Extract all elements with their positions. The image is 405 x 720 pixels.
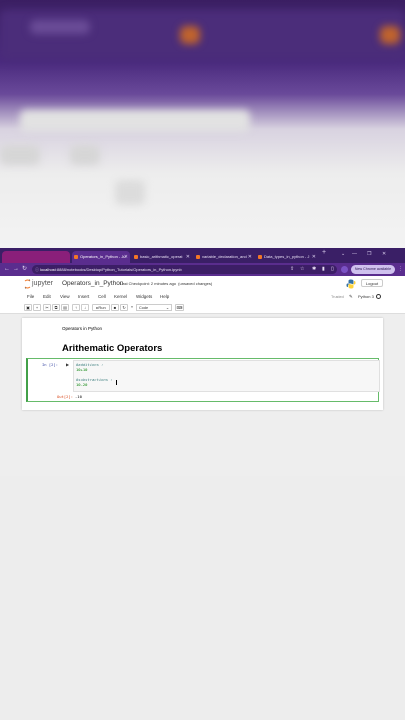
notebook-page: Operators in Python Arithematic Operator… [22, 318, 383, 410]
kernel-indicator: Python 3 [358, 294, 374, 299]
code-cell[interactable]: In [2]: ▶ #additions : 10+10 #substracti… [26, 358, 380, 402]
menu-widgets[interactable]: Widgets [136, 293, 152, 301]
copy-icon[interactable]: ⧉ [52, 304, 60, 311]
markdown-heading[interactable]: Arithematic Operators [62, 343, 162, 354]
tab-label: variable_declaration_and [202, 254, 247, 259]
browser-window: Operators_in_Python - Ju ✕ basic_arithma… [0, 248, 405, 476]
command-palette-icon[interactable]: ⌨ [175, 304, 184, 311]
close-icon[interactable]: ✕ [248, 251, 252, 263]
restart-icon[interactable]: ↻ [120, 304, 128, 311]
paste-icon[interactable]: ▤ [61, 304, 69, 311]
extensions-icon[interactable]: ✱ [312, 266, 316, 273]
code-editor[interactable]: #additions : 10+10 #substractions : 10-2… [73, 360, 380, 392]
markdown-cell-text[interactable]: Operators in Python [62, 326, 102, 331]
tab-blurred[interactable] [2, 251, 70, 263]
forward-icon[interactable]: → [13, 266, 19, 273]
blurred-background-bottom [0, 476, 405, 720]
new-tab-button[interactable]: + [322, 249, 326, 256]
tab-search-icon[interactable]: ⌄ [341, 251, 345, 257]
restart-run-all-icon[interactable]: » [129, 304, 135, 311]
close-window-icon[interactable]: ✕ [382, 251, 386, 257]
tab-basic-arithmatic[interactable]: basic_arithmatic_operat ✕ [132, 251, 192, 263]
notebook-area: Operators in Python Arithematic Operator… [0, 314, 405, 476]
tab-operators[interactable]: Operators_in_Python - Ju ✕ [72, 251, 130, 263]
move-up-icon[interactable]: ↑ [72, 304, 80, 311]
tab-variable-declaration[interactable]: variable_declaration_and ✕ [194, 251, 254, 263]
tab-strip: Operators_in_Python - Ju ✕ basic_arithma… [0, 248, 405, 263]
close-icon[interactable]: ✕ [186, 251, 190, 263]
save-icon[interactable]: ▣ [24, 304, 32, 311]
url-host: localhost [40, 267, 56, 272]
tab-label: basic_arithmatic_operat [140, 254, 183, 259]
run-cell-icon[interactable]: ▶ [66, 362, 69, 367]
jupyter-logo-icon[interactable] [24, 279, 31, 289]
chevron-down-icon: ⌄ [165, 306, 169, 310]
cell-output: -10 [75, 394, 82, 399]
menu-insert[interactable]: Insert [78, 293, 89, 301]
edit-pencil-icon: ✎ [349, 294, 353, 299]
share-icon[interactable]: ⇪ [290, 266, 294, 273]
reading-list-icon[interactable]: ▮ [322, 266, 325, 273]
cell-type-select[interactable]: Code ⌄ [136, 304, 172, 311]
side-panel-icon[interactable]: ▯ [331, 266, 334, 273]
site-info-icon[interactable]: ⓘ [35, 265, 39, 274]
cell-type-value: Code [139, 306, 149, 310]
jupyter-menubar: File Edit View Insert Cell Kernel Widget… [0, 292, 405, 302]
jupyter-favicon-icon [258, 255, 262, 259]
interrupt-icon[interactable]: ■ [111, 304, 119, 311]
bookmark-star-icon[interactable]: ☆ [300, 266, 304, 273]
menu-cell[interactable]: Cell [98, 293, 106, 301]
menu-edit[interactable]: Edit [43, 293, 51, 301]
close-icon[interactable]: ✕ [312, 251, 316, 263]
text-cursor [116, 380, 117, 385]
run-button[interactable]: ▸Run [92, 304, 110, 311]
menu-view[interactable]: View [60, 293, 70, 301]
logout-button[interactable]: Logout [361, 279, 383, 287]
jupyter-favicon-icon [134, 255, 138, 259]
trusted-indicator[interactable]: Trusted [331, 293, 344, 301]
jupyter-favicon-icon [74, 255, 78, 259]
run-label: Run [98, 305, 106, 310]
jupyter-logo-text[interactable]: jupyter [32, 279, 53, 288]
code-line: 10+10 [76, 367, 88, 372]
move-down-icon[interactable]: ↓ [81, 304, 89, 311]
tab-label: Operators_in_Python - Ju [80, 254, 126, 259]
notebook-name[interactable]: Operators_in_Python [62, 279, 123, 288]
autosave-status: (unsaved changes) [178, 281, 213, 286]
maximize-icon[interactable]: ❐ [367, 251, 371, 257]
menu-help[interactable]: Help [160, 293, 169, 301]
kernel-status-icon [376, 294, 381, 299]
minimize-icon[interactable]: — [352, 251, 357, 257]
python-logo-icon [346, 279, 356, 289]
blurred-background-top [0, 0, 405, 248]
input-prompt: In [2]: [42, 362, 59, 367]
address-toolbar: ← → ↻ ⓘ localhost:8888/notebooks/Desktop… [0, 263, 405, 276]
menu-kernel[interactable]: Kernel [114, 293, 127, 301]
add-cell-icon[interactable]: + [33, 304, 41, 311]
jupyter-favicon-icon [196, 255, 200, 259]
url-path: :8888/notebooks/Desktop/Python_Tutorials… [55, 267, 182, 272]
tab-label: Data_types_in_python - J [264, 254, 310, 259]
back-icon[interactable]: ← [4, 266, 10, 273]
cut-icon[interactable]: ✂ [43, 304, 51, 311]
more-menu-icon[interactable]: ⋮ [398, 266, 403, 273]
jupyter-toolbar: ▣ + ✂ ⧉ ▤ ↑ ↓ ▸Run ■ ↻ » Code ⌄ ⌨ [0, 302, 405, 314]
output-prompt: Out[2]: [56, 394, 73, 399]
tab-data-types[interactable]: Data_types_in_python - J ✕ [256, 251, 318, 263]
jupyter-header: jupyter Operators_in_Python Last Checkpo… [0, 276, 405, 292]
close-icon[interactable]: ✕ [124, 251, 128, 263]
avatar[interactable] [341, 266, 348, 273]
menu-file[interactable]: File [27, 293, 34, 301]
reload-icon[interactable]: ↻ [22, 266, 27, 273]
code-line: 10-20 [76, 382, 88, 387]
update-chrome-button[interactable]: New Chrome available [351, 265, 395, 274]
checkpoint-status: Last Checkpoint: 2 minutes ago [120, 281, 177, 286]
